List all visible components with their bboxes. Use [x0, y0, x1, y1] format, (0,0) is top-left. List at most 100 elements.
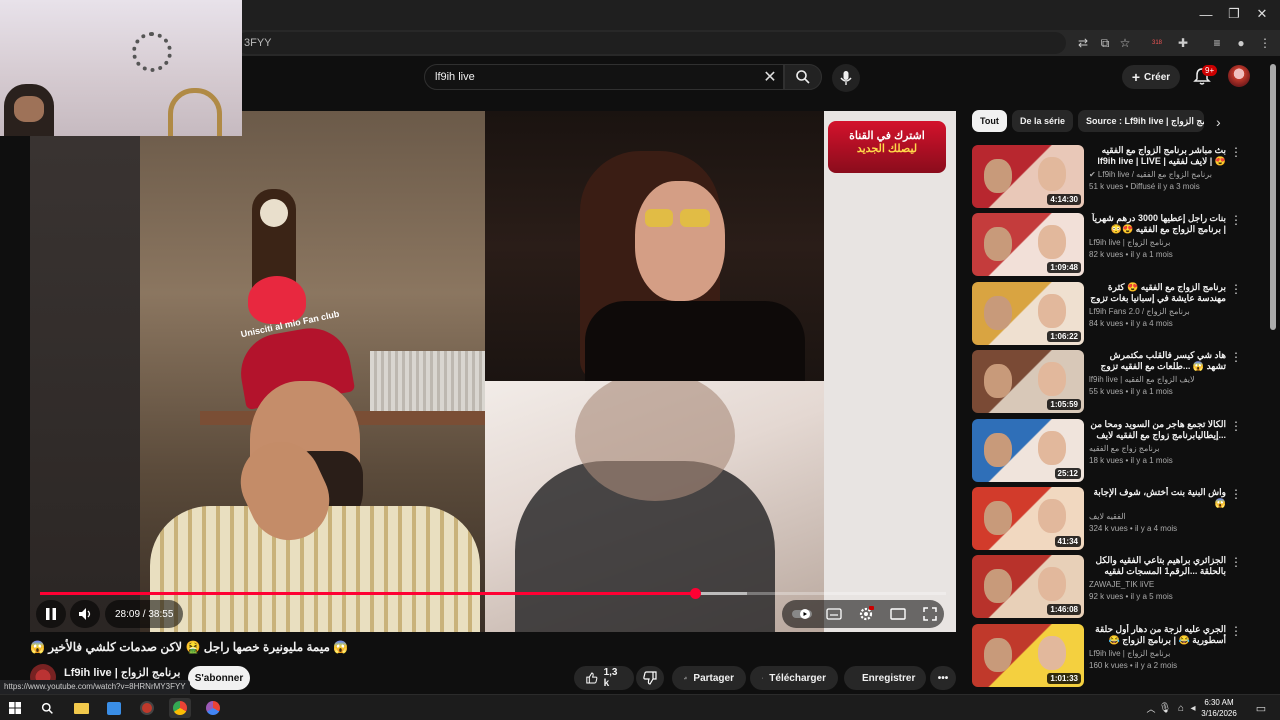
video-thumbnail[interactable]: 1:46:08	[972, 555, 1084, 619]
chip-series[interactable]: De la série	[1012, 110, 1074, 132]
recommended-video[interactable]: 41:34 واش البنية بنت أختش، شوف الإجابة 😱 ا…	[972, 487, 1262, 551]
more-options-icon[interactable]: ⋮	[1230, 419, 1242, 435]
translate-icon[interactable]: ⇄	[1074, 34, 1092, 52]
theater-mode-button[interactable]	[886, 600, 910, 628]
more-options-icon[interactable]: ⋮	[1230, 213, 1242, 229]
thumbs-up-icon	[586, 672, 598, 684]
subscribe-button[interactable]: S'abonner	[188, 666, 250, 690]
video-meta: 324 k vues • il y a 4 mois	[1089, 524, 1178, 533]
video-thumbnail[interactable]: 1:01:33	[972, 623, 1084, 687]
store-icon[interactable]	[103, 698, 125, 718]
more-options-icon[interactable]: ⋮	[1230, 555, 1242, 571]
video-channel[interactable]: ZAWAJE_TIK liVE	[1089, 580, 1227, 589]
overlay-line2: ليصلك الجديد	[856, 143, 918, 155]
video-title[interactable]: الجري عليه لزجة من دهار أول حلقة أسطورية…	[1088, 624, 1226, 646]
video-channel[interactable]: lf9ih live | لايف الزواج مع الفقيه	[1089, 375, 1227, 384]
video-title[interactable]: هاد شي كيسر فالقلب مكتمرش تشهد 😱 ...طلعا…	[1088, 350, 1226, 372]
recommended-video[interactable]: 25:12 الكالا تجمع هاجر من السويد ومحا من …	[972, 418, 1262, 483]
thumbnail-face-graphic	[1038, 499, 1066, 533]
recommended-video[interactable]: 1:09:48 بنات راجل إعطيها 3000 درهم شهرياً…	[972, 213, 1262, 277]
like-button[interactable]: 1,3 k	[574, 666, 634, 690]
pause-button[interactable]	[36, 600, 66, 628]
video-player[interactable]: Unisciti al mio Fan club اشترك في القناة…	[30, 111, 956, 632]
video-channel[interactable]: الفقيه لايف	[1089, 512, 1227, 521]
recommended-video[interactable]: 1:01:33 الجري عليه لزجة من دهار أول حلقة …	[972, 623, 1262, 688]
recommended-video[interactable]: 4:14:30 بث مباشر برنامج الزواج مع الفقيه …	[972, 145, 1262, 209]
volume-button[interactable]	[70, 600, 100, 628]
video-thumbnail[interactable]: 1:06:22	[972, 281, 1084, 345]
chip-all[interactable]: Tout	[972, 110, 1007, 132]
video-progress-bar[interactable]	[40, 588, 946, 599]
download-button[interactable]: Télécharger	[750, 666, 838, 690]
video-channel[interactable]: Lf9ih Fans 2.0 / برنامج الزواج	[1089, 307, 1227, 316]
url-input[interactable]: 3FYY	[236, 32, 1066, 54]
browser-menu-icon[interactable]: ⋮	[1256, 34, 1274, 52]
video-title[interactable]: بنات راجل إعطيها 3000 درهم شهرياً | برنا…	[1088, 213, 1226, 235]
autoplay-toggle[interactable]	[790, 600, 814, 628]
page-scrollbar[interactable]	[1270, 64, 1276, 330]
save-button[interactable]: Enregistrer	[844, 666, 926, 690]
account-avatar[interactable]	[1228, 65, 1250, 87]
subtitles-icon	[826, 608, 842, 620]
more-options-icon[interactable]: ⋮	[1230, 487, 1242, 503]
video-title[interactable]: واش البنية بنت أختش، شوف الإجابة 😱	[1088, 487, 1226, 509]
video-title[interactable]: بث مباشر برنامج الزواج مع الفقيه 😍 | لاي…	[1088, 145, 1226, 167]
video-channel[interactable]: برنامج زواج مع الفقيه	[1089, 444, 1227, 453]
more-actions-button[interactable]: •••	[930, 666, 956, 690]
install-app-icon[interactable]: ⧉	[1096, 34, 1114, 52]
voice-search-button[interactable]	[832, 64, 860, 92]
subtitles-button[interactable]	[822, 600, 846, 628]
chrome-taskbar-icon[interactable]	[169, 698, 191, 718]
video-thumbnail[interactable]: 1:05:59	[972, 350, 1084, 414]
taskbar-clock[interactable]: 6:30 AM 3/16/2026	[1196, 697, 1242, 719]
share-button[interactable]: Partager	[672, 666, 746, 690]
recommended-video[interactable]: 1:46:08 الجزائري براهيم بتاعي الفقيه والك…	[972, 555, 1262, 619]
chevron-right-icon[interactable]: ›	[1216, 114, 1221, 130]
windows-start-icon[interactable]	[4, 698, 26, 718]
search-input[interactable]: lf9ih live	[424, 64, 784, 90]
chip-source[interactable]: Source : Lf9ih live | برنامج الزواج	[1078, 110, 1204, 132]
dislike-button[interactable]	[636, 666, 664, 690]
video-channel[interactable]: Lf9ih live | برنامج الزواج	[1089, 649, 1227, 658]
thumbnail-face-graphic	[984, 227, 1012, 262]
video-thumbnail[interactable]: 25:12	[972, 418, 1084, 482]
clear-search-icon[interactable]: ✕	[760, 67, 780, 87]
search-button[interactable]	[784, 64, 822, 90]
thumbnail-face-graphic	[1038, 635, 1066, 670]
notification-center-icon[interactable]: ▭	[1250, 698, 1272, 718]
chrome-alt-taskbar-icon[interactable]	[202, 698, 224, 718]
video-thumbnail[interactable]: 4:14:30	[972, 145, 1084, 208]
media-queue-icon[interactable]: ≡	[1208, 34, 1226, 52]
close-icon[interactable]: ✕	[1244, 0, 1280, 28]
taskbar-search-icon[interactable]	[36, 698, 58, 718]
video-meta: 51 k vues • Diffusé il y a 3 mois	[1089, 182, 1200, 191]
video-channel[interactable]: ✔ Lf9ih live / برنامج الزواج مع الفقيه	[1089, 170, 1227, 179]
search-icon	[796, 70, 810, 84]
settings-button[interactable]	[854, 600, 878, 628]
sunglasses-left-graphic	[645, 209, 673, 227]
file-explorer-icon[interactable]	[70, 698, 92, 718]
fullscreen-button[interactable]	[918, 600, 942, 628]
overlay-line1: اشترك في القناة	[849, 130, 925, 142]
video-thumbnail[interactable]: 41:34	[972, 487, 1084, 550]
extension-icon[interactable]: 318	[1148, 34, 1166, 52]
media-app-icon[interactable]	[136, 698, 158, 718]
more-options-icon[interactable]: ⋮	[1230, 350, 1242, 366]
video-title[interactable]: الكالا تجمع هاجر من السويد ومحا من ...إي…	[1088, 419, 1226, 441]
video-thumbnail[interactable]: 1:09:48	[972, 213, 1084, 277]
channel-name[interactable]: Lf9ih live | برنامج الزواج	[64, 666, 180, 679]
profile-icon[interactable]: ●	[1232, 34, 1250, 52]
recommended-video[interactable]: 1:06:22 برنامج الزواج مع الفقيه 😍 كثرة مه…	[972, 281, 1262, 346]
more-options-icon[interactable]: ⋮	[1230, 624, 1242, 640]
more-options-icon[interactable]: ⋮	[1230, 145, 1242, 161]
extensions-puzzle-icon[interactable]: ✚	[1174, 34, 1192, 52]
thumbnail-face-graphic	[1038, 225, 1066, 260]
video-title[interactable]: برنامج الزواج مع الفقيه 😍 كثرة مهندسة عا…	[1088, 282, 1226, 304]
recommended-video[interactable]: 1:05:59 هاد شي كيسر فالقلب مكتمرش تشهد 😱 …	[972, 350, 1262, 414]
bookmark-star-icon[interactable]: ☆	[1116, 34, 1134, 52]
video-title[interactable]: الجزائري براهيم بتاعي الفقيه والكل بالحل…	[1088, 555, 1226, 577]
more-options-icon[interactable]: ⋮	[1230, 282, 1242, 298]
video-channel[interactable]: Lf9ih live | برنامج الزواج	[1089, 238, 1227, 247]
volume-icon	[79, 608, 91, 620]
create-button[interactable]: + Créer	[1122, 65, 1180, 89]
